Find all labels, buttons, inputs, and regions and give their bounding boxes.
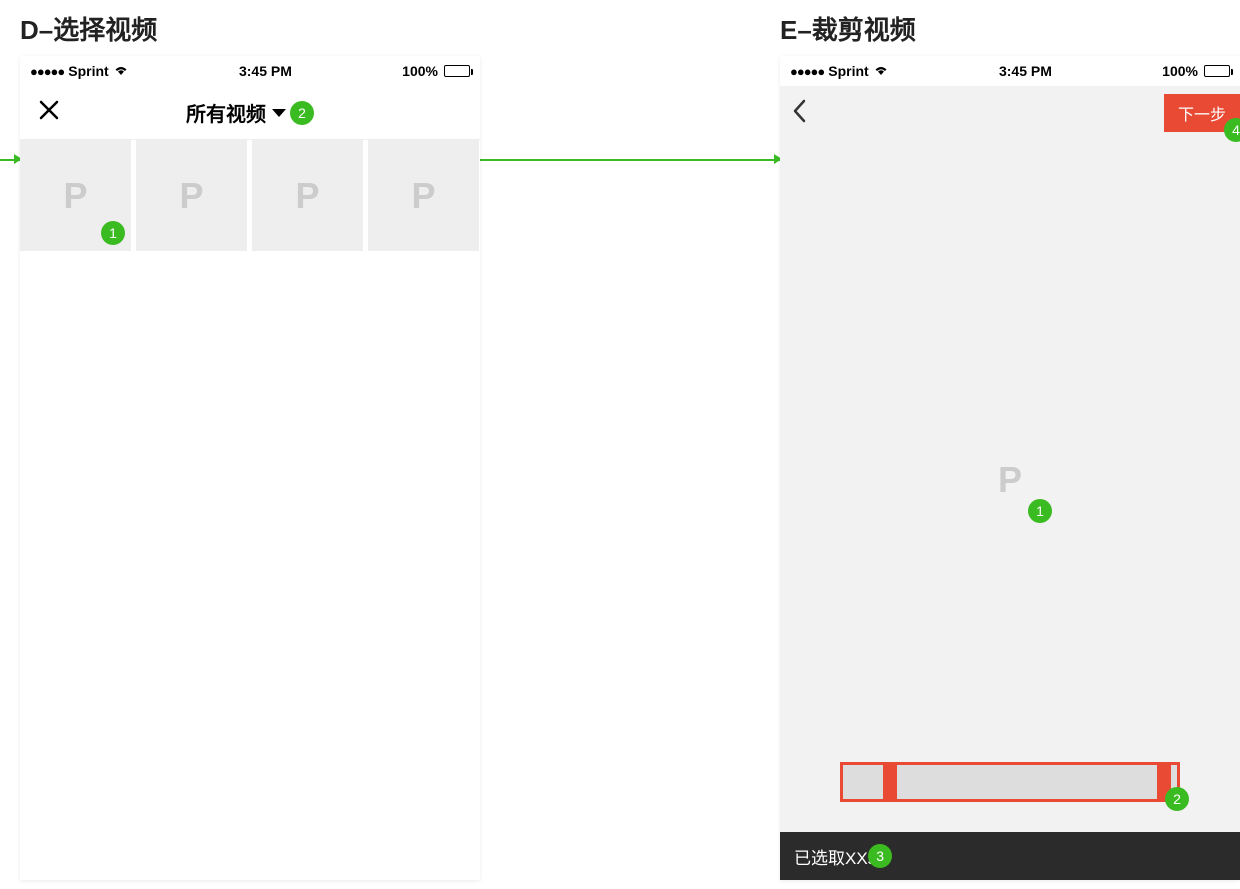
section-label-d: D–选择视频 (20, 10, 157, 47)
wifi-icon (113, 63, 129, 79)
album-dropdown[interactable]: 所有视频 2 (186, 98, 314, 127)
annotation-badge-1: 1 (1028, 499, 1052, 523)
status-bar: ●●●●● Sprint 3:45 PM 100% (780, 56, 1240, 86)
battery-percent: 100% (402, 63, 438, 79)
trim-handle-left[interactable] (883, 765, 897, 799)
battery-percent: 100% (1162, 63, 1198, 79)
signal-dots-icon: ●●●●● (30, 64, 64, 79)
next-button-label: 下一步 (1178, 107, 1226, 124)
thumbnail-placeholder-icon: P (63, 175, 87, 217)
section-label-e: E–裁剪视频 (780, 10, 916, 47)
flow-arrow-d-to-e (480, 159, 780, 161)
annotation-badge-2: 2 (1165, 787, 1189, 811)
screen-e-body: 下一步 4 P 1 2 已选取XXs 3 (780, 86, 1240, 880)
video-grid: P 1 P P P (20, 140, 480, 251)
trim-slider[interactable]: 2 (840, 762, 1180, 802)
carrier-label: Sprint (68, 63, 108, 79)
thumbnail-placeholder-icon: P (179, 175, 203, 217)
trim-leading-space (843, 765, 883, 799)
annotation-badge-3: 3 (868, 844, 892, 868)
wifi-icon (873, 63, 889, 79)
video-thumb[interactable]: P (136, 140, 247, 251)
nav-bar: 下一步 4 (780, 86, 1240, 140)
back-button[interactable] (790, 97, 808, 130)
status-bar: ●●●●● Sprint 3:45 PM 100% (20, 56, 480, 86)
battery-icon (444, 65, 470, 77)
footer-bar: 已选取XXs 3 (780, 832, 1240, 880)
screen-d: ●●●●● Sprint 3:45 PM 100% 所有视频 2 P 1 P (20, 56, 480, 880)
status-left: ●●●●● Sprint (790, 63, 889, 79)
video-thumb[interactable]: P 1 (20, 140, 131, 251)
trim-selection (897, 765, 1157, 799)
next-button[interactable]: 下一步 4 (1164, 94, 1240, 132)
album-title: 所有视频 (186, 98, 266, 127)
battery-icon (1204, 65, 1230, 77)
annotation-badge-2: 2 (290, 101, 314, 125)
status-time: 3:45 PM (239, 63, 292, 79)
status-right: 100% (402, 63, 470, 79)
status-left: ●●●●● Sprint (30, 63, 129, 79)
status-right: 100% (1162, 63, 1230, 79)
video-thumb[interactable]: P (252, 140, 363, 251)
screen-e: ●●●●● Sprint 3:45 PM 100% 下一步 4 P 1 (780, 56, 1240, 880)
preview-placeholder-icon: P (998, 459, 1022, 500)
thumbnail-placeholder-icon: P (295, 175, 319, 217)
carrier-label: Sprint (828, 63, 868, 79)
video-thumb[interactable]: P (368, 140, 479, 251)
trim-track (843, 765, 1177, 799)
video-preview[interactable]: P 1 (780, 140, 1240, 820)
annotation-badge-1: 1 (101, 221, 125, 245)
selected-duration-label: 已选取XXs (794, 844, 876, 869)
signal-dots-icon: ●●●●● (790, 64, 824, 79)
chevron-down-icon (272, 109, 286, 117)
annotation-badge-4: 4 (1224, 118, 1240, 142)
nav-bar: 所有视频 2 (20, 86, 480, 140)
close-button[interactable] (38, 99, 60, 126)
thumbnail-placeholder-icon: P (411, 175, 435, 217)
status-time: 3:45 PM (999, 63, 1052, 79)
